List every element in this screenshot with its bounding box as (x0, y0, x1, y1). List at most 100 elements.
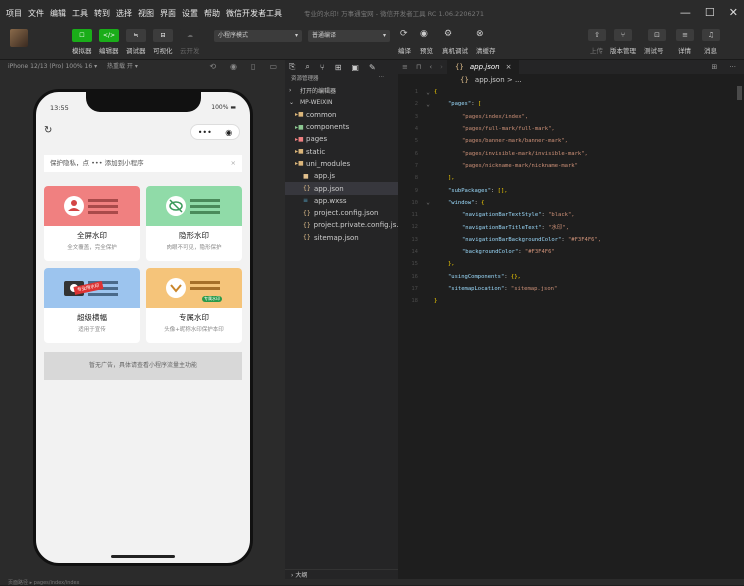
device-select[interactable]: iPhone 12/13 (Pro) 100% 16 ▾ (8, 63, 97, 70)
menu-edit[interactable]: 编辑 (50, 8, 66, 19)
maximize-icon[interactable]: ☐ (705, 6, 715, 19)
code-text: }, (448, 261, 455, 268)
line-number: 3 (414, 113, 418, 120)
tree-file-project-private-config[interactable]: {} project.private.config.js... (285, 219, 403, 231)
close-icon[interactable]: × (231, 155, 236, 172)
brush-icon[interactable]: ✎ (369, 63, 376, 72)
extensions-icon[interactable]: ▣ (351, 63, 359, 72)
files-icon[interactable]: ⎘ (289, 62, 295, 72)
code-area[interactable]: 1 ⌄{2 ⌄ "pages": [3 "pages/index/index", 4 "pa… (398, 86, 744, 307)
tree-file-project-config[interactable]: {} project.config.json (285, 207, 398, 219)
menu-tools[interactable]: 工具 (72, 8, 88, 19)
compile-select[interactable]: 普通编译 ▾ (308, 30, 390, 42)
avatar[interactable] (10, 29, 28, 47)
card-exclusive[interactable]: 专属水印 专属水印 头像+昵称水印保护本印 (146, 268, 242, 343)
breadcrumb-path[interactable]: app.json > ... (475, 76, 522, 84)
menu-goto[interactable]: 转到 (94, 8, 110, 19)
split-editor-icon[interactable]: ⊞ (711, 63, 717, 71)
outline-section[interactable]: › 大纲 (285, 569, 398, 579)
menu-project[interactable]: 项目 (6, 8, 22, 19)
tree-folder-static[interactable]: ▸■ static (285, 145, 398, 157)
tree-folder-pages[interactable]: ▸■ pages (285, 133, 398, 145)
record-icon[interactable]: ◉ (225, 128, 232, 137)
messages-button[interactable]: ♫ (702, 29, 720, 41)
refresh-icon[interactable]: ⟳ (400, 29, 408, 39)
mode-select[interactable]: 小程序模式 ▾ (214, 30, 302, 42)
remote-debug-icon[interactable]: ⚙ (444, 29, 452, 39)
compile-select-value: 普通编译 (312, 32, 337, 39)
fold-icon[interactable]: ⌄ (422, 101, 434, 108)
menu-settings[interactable]: 设置 (182, 8, 198, 19)
editor-toggle-button[interactable]: </> (99, 29, 119, 42)
forward-icon[interactable]: › (436, 63, 447, 71)
source-control-icon[interactable]: ⑂ (320, 63, 325, 72)
capsule-menu[interactable]: ••• ◉ (190, 124, 240, 140)
card-invisible[interactable]: 隐形水印 肉眼不可见，隐形保护 (146, 186, 242, 261)
preview-icon[interactable]: ◉ (420, 29, 428, 39)
rotate-icon[interactable]: ⟲ (209, 60, 216, 74)
menu-help[interactable]: 帮助 (204, 8, 220, 19)
details-button[interactable]: ≡ (676, 29, 694, 41)
project-section[interactable]: ⌄ MP-WEIXIN (285, 96, 398, 108)
tree-folder-common[interactable]: ▸■ common (285, 109, 398, 121)
refresh-icon[interactable]: ↻ (44, 125, 52, 136)
tree-file-app-js[interactable]: ■ app.js (285, 170, 398, 182)
search-icon[interactable]: ⌕ (305, 62, 309, 72)
simulator-toggle-button[interactable]: ☐ (72, 29, 92, 42)
tree-file-sitemap[interactable]: {} sitemap.json (285, 232, 398, 244)
open-editors-section[interactable]: › 打开的编辑器 (285, 84, 398, 96)
battery-icon: ▬ (230, 104, 236, 111)
hotreload-select[interactable]: 热重载 开 ▾ (107, 63, 138, 70)
debugger-toggle-button[interactable]: ≒ (126, 29, 146, 42)
fold-icon[interactable]: ⌄ (422, 89, 434, 96)
cloud-toggle-button[interactable]: ☁ (180, 29, 200, 42)
tree-folder-components[interactable]: ▸■ components (285, 121, 398, 133)
minimize-icon[interactable]: — (680, 6, 691, 19)
tree-folder-uni-modules[interactable]: ▸■ uni_modules (285, 158, 398, 170)
menu-interface[interactable]: 界面 (160, 8, 176, 19)
visual-label: 可视化 (153, 47, 173, 55)
testnum-button[interactable]: ⊡ (648, 29, 666, 41)
more-icon[interactable]: ··· (729, 63, 736, 71)
tree-file-app-wxss[interactable]: ≡ app.wxss (285, 195, 398, 207)
back-icon[interactable]: ‹ (425, 63, 436, 71)
debug-icon[interactable]: ⊞ (335, 63, 342, 72)
preview-action[interactable]: 预览 (420, 45, 433, 55)
upload-button[interactable]: ⇧ (588, 29, 606, 41)
close-icon[interactable]: × (506, 63, 512, 71)
record-icon[interactable]: ◉ (230, 60, 237, 74)
tree-label: sitemap.json (314, 233, 359, 242)
visual-toggle-button[interactable]: ⊟ (153, 29, 173, 42)
code-text: ], (448, 175, 455, 182)
close-icon[interactable]: ✕ (729, 6, 738, 19)
project-label: MP-WEIXIN (300, 98, 333, 106)
clear-cache-action[interactable]: 清缓存 (476, 45, 496, 55)
phone-icon[interactable]: ▯ (251, 60, 255, 74)
tab-app-json[interactable]: {} app.json × (446, 60, 520, 74)
card-fullscreen-banner (44, 186, 140, 226)
bookmark-icon[interactable]: ⊓ (412, 63, 425, 71)
remote-debug-action[interactable]: 真机调试 (442, 45, 468, 55)
card-banner[interactable]: 专业用水印 超级横幅 适用于宣传 (44, 268, 140, 343)
version-button[interactable]: ⑂ (614, 29, 632, 41)
explorer-toolbar: ⎘ ⌕ ⑂ ⊞ ▣ ✎ (285, 60, 398, 74)
privacy-tip: 保护隐私，点 ••• 添加到小程序 × (44, 155, 242, 172)
menu-select[interactable]: 选择 (116, 8, 132, 19)
clear-cache-icon[interactable]: ⊗ (476, 29, 484, 39)
fold-icon[interactable]: ⌄ (422, 199, 434, 206)
json-file-icon: {} (454, 63, 464, 71)
editor-scrollbar[interactable] (737, 86, 742, 100)
tree-file-app-json[interactable]: {} app.json (285, 182, 398, 195)
menu-file[interactable]: 文件 (28, 8, 44, 19)
menu-view[interactable]: 视图 (138, 8, 154, 19)
editor-panel: ≡ ⊓ ‹ › {} app.json × ⊞ ··· {} app.json … (398, 60, 744, 579)
line-number: 14 (411, 249, 418, 255)
compile-action[interactable]: 编译 (398, 45, 411, 55)
more-icon[interactable]: ··· (379, 74, 384, 80)
menu-icon[interactable]: ≡ (398, 63, 412, 71)
card-fullscreen[interactable]: 全屏水印 全文覆盖，完全保护 (44, 186, 140, 261)
menu-devtools[interactable]: 微信开发者工具 (226, 8, 282, 19)
more-icon[interactable]: ••• (198, 128, 212, 137)
window-icon[interactable]: ▭ (269, 60, 277, 74)
page-path[interactable]: 页面路径 ▸ pages/index/index (8, 580, 80, 586)
